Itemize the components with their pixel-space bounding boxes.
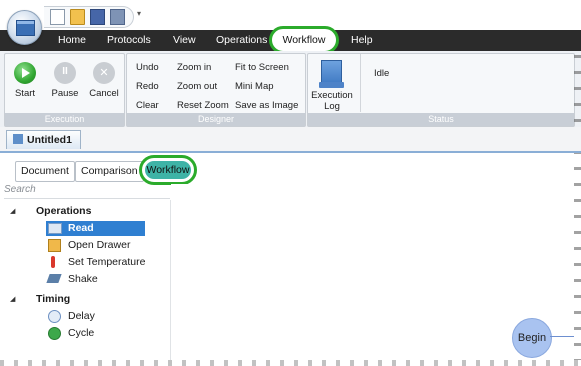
document-tab-untitled1[interactable]: Untitled1 (6, 130, 81, 149)
execution-group-label: Execution (5, 113, 124, 126)
pause-button[interactable]: Pause (49, 62, 81, 99)
ribbon: Start Pause Cancel Execution Undo Redo C… (0, 51, 581, 128)
tab-document[interactable]: Document (15, 161, 75, 182)
open-folder-icon[interactable] (70, 9, 85, 25)
application-menu-button[interactable] (7, 10, 42, 45)
torn-edge-right (574, 55, 581, 360)
execution-group: Start Pause Cancel Execution (4, 53, 125, 127)
document-tab-label: Untitled1 (27, 134, 72, 146)
tab-workflow[interactable]: Workflow (139, 155, 197, 185)
read-icon (48, 223, 62, 234)
execution-log-button[interactable]: Execution Log (310, 54, 354, 112)
tree-item-label: Shake (68, 273, 98, 285)
save-icon[interactable] (90, 9, 105, 25)
tree-item-label: Set Temperature (68, 256, 146, 268)
menu-operations[interactable]: Operations (216, 34, 267, 46)
customize-toolbar-icon[interactable]: ▾ (137, 9, 141, 18)
shake-icon (46, 274, 62, 283)
thermometer-icon (51, 256, 55, 268)
designer-group: Undo Redo Clear Zoom in Zoom out Reset Z… (126, 53, 306, 127)
clear-button[interactable]: Clear (136, 100, 159, 111)
tree-item-read[interactable]: Read (46, 221, 145, 236)
menu-workflow-label: Workflow (282, 34, 326, 46)
connector-line (550, 336, 574, 337)
undo-button[interactable]: Undo (136, 62, 159, 73)
quick-access-toolbar (44, 6, 134, 28)
tree-item-label: Delay (68, 310, 95, 322)
menu-home[interactable]: Home (58, 34, 86, 46)
document-icon (13, 134, 23, 144)
reset-zoom-button[interactable]: Reset Zoom (177, 100, 229, 111)
pause-icon (54, 62, 76, 84)
cancel-label: Cancel (89, 88, 119, 99)
search-input[interactable]: Search (4, 184, 170, 199)
tree-item-label: Read (68, 222, 94, 234)
zoom-out-button[interactable]: Zoom out (177, 81, 217, 92)
cycle-icon (48, 327, 61, 340)
play-icon (14, 62, 36, 84)
tree-item-label: Open Drawer (68, 239, 131, 251)
menu-protocols[interactable]: Protocols (107, 34, 151, 46)
tab-workflow-label: Workflow (145, 161, 191, 179)
expand-triangle-icon[interactable]: ◢ (10, 295, 15, 303)
status-group-label: Status (308, 113, 574, 126)
designer-group-label: Designer (127, 113, 305, 126)
menu-workflow[interactable]: Workflow (269, 26, 339, 54)
document-tab-strip (0, 127, 581, 153)
drawer-icon (48, 239, 61, 252)
tree-category-timing[interactable]: Timing (36, 293, 70, 305)
start-label: Start (14, 88, 36, 99)
execution-log-label: Execution Log (311, 90, 353, 112)
template-icon[interactable] (110, 9, 125, 25)
tree-item-label: Cycle (68, 327, 95, 339)
cancel-icon (93, 62, 115, 84)
torn-edge-bottom (0, 360, 581, 366)
tab-comparison[interactable]: Comparison (75, 161, 144, 182)
menu-help[interactable]: Help (351, 34, 373, 46)
tree-category-operations[interactable]: Operations (36, 205, 91, 217)
clock-icon (48, 310, 61, 323)
execution-log-icon (319, 60, 344, 88)
start-button[interactable]: Start (9, 62, 41, 99)
new-document-icon[interactable] (50, 9, 65, 25)
app-logo-icon (16, 20, 35, 36)
cancel-button[interactable]: Cancel (87, 62, 121, 99)
status-divider (360, 54, 361, 112)
save-as-image-button[interactable]: Save as Image (235, 100, 298, 111)
operations-tree: ◢ Operations Read Open Drawer Set Temper… (4, 200, 171, 360)
zoom-in-button[interactable]: Zoom in (177, 62, 211, 73)
menu-view[interactable]: View (173, 34, 196, 46)
expand-triangle-icon[interactable]: ◢ (10, 207, 15, 215)
redo-button[interactable]: Redo (136, 81, 159, 92)
mini-map-button[interactable]: Mini Map (235, 81, 274, 92)
status-group: Execution Log Idle Status (307, 53, 575, 127)
status-value: Idle (374, 68, 390, 79)
pause-label: Pause (51, 88, 79, 99)
begin-node[interactable]: Begin (512, 318, 552, 358)
fit-to-screen-button[interactable]: Fit to Screen (235, 62, 289, 73)
